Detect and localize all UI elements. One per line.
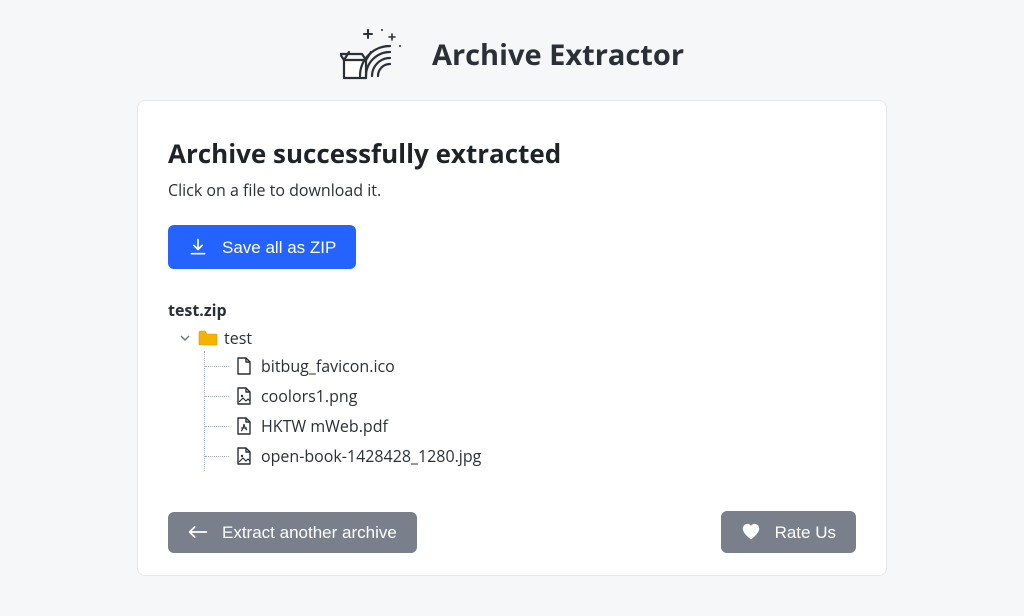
download-icon <box>188 237 208 257</box>
rate-us-label: Rate Us <box>775 524 836 541</box>
tree-file[interactable]: bitbug_favicon.ico <box>235 351 856 381</box>
extract-another-label: Extract another archive <box>222 524 397 541</box>
tree-folder-label: test <box>224 327 252 349</box>
tree-file-label: HKTW mWeb.pdf <box>261 415 388 437</box>
heart-icon <box>741 523 761 541</box>
tree-file-label: bitbug_favicon.ico <box>261 355 395 377</box>
tree-children: bitbug_favicon.ico coolors1.png <box>204 351 856 471</box>
extract-another-button[interactable]: Extract another archive <box>168 512 417 553</box>
rate-us-button[interactable]: Rate Us <box>721 511 856 553</box>
tree-file[interactable]: open-book-1428428_1280.jpg <box>235 441 856 471</box>
image-file-icon <box>235 446 253 466</box>
tree-file-label: open-book-1428428_1280.jpg <box>261 445 481 467</box>
page-subtitle: Click on a file to download it. <box>168 179 856 201</box>
app-header: Archive Extractor <box>340 24 684 84</box>
image-file-icon <box>235 386 253 406</box>
file-tree: test.zip test <box>168 299 856 471</box>
tree-folder[interactable]: test <box>178 325 856 351</box>
save-all-zip-label: Save all as ZIP <box>222 239 336 256</box>
card-footer: Extract another archive Rate Us <box>168 511 856 553</box>
app-logo-icon <box>340 24 414 84</box>
archive-root-name[interactable]: test.zip <box>168 299 856 321</box>
tree-file[interactable]: HKTW mWeb.pdf <box>235 411 856 441</box>
tree-file-label: coolors1.png <box>261 385 357 407</box>
save-all-zip-button[interactable]: Save all as ZIP <box>168 225 356 269</box>
result-card: Archive successfully extracted Click on … <box>137 100 887 576</box>
file-icon <box>235 356 253 376</box>
app-title: Archive Extractor <box>432 35 684 74</box>
page-title: Archive successfully extracted <box>168 135 856 171</box>
arrow-left-icon <box>188 524 208 540</box>
folder-icon <box>198 330 218 346</box>
pdf-file-icon <box>235 416 253 436</box>
tree-file[interactable]: coolors1.png <box>235 381 856 411</box>
tree-collapse-icon[interactable] <box>178 331 192 345</box>
